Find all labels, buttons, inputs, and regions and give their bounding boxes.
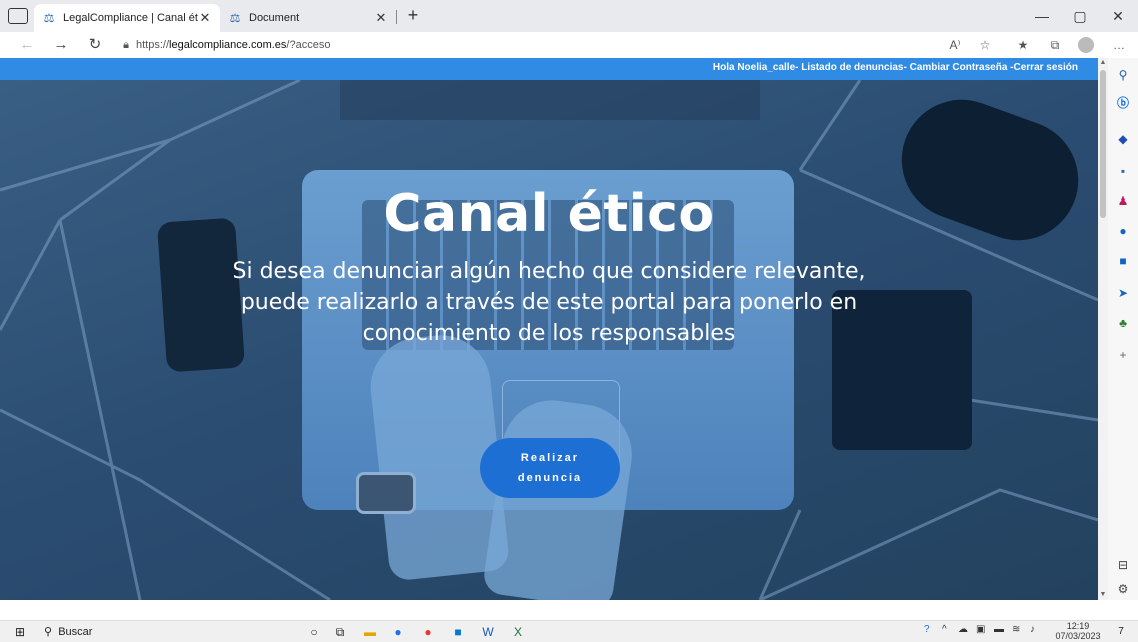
scales-icon: ⚖	[43, 11, 55, 25]
taskbar-clock[interactable]: 12:19 07/03/2023	[1052, 621, 1104, 641]
wifi-icon[interactable]: ≋	[1012, 624, 1020, 635]
onedrive-icon[interactable]: ☁	[958, 624, 968, 635]
windows-start-icon[interactable]: ⊞	[10, 623, 30, 641]
tray-app-icon[interactable]: ▣	[976, 624, 985, 635]
office-icon[interactable]: ●	[1114, 222, 1132, 240]
user-menu-bar: Hola Noelia_calle- Listado de denuncias-…	[0, 58, 1098, 80]
refresh-button[interactable]: ↻	[84, 35, 106, 55]
tab-legalcompliance[interactable]: ⚖ LegalCompliance | Canal ético pa ✕	[34, 4, 220, 32]
bing-chat-icon[interactable]: ⓑ	[1114, 94, 1132, 112]
taskbar-search[interactable]: ⚲ Buscar	[44, 622, 284, 642]
web-page: Hola Noelia_calle- Listado de denuncias-…	[0, 58, 1098, 600]
volume-icon[interactable]: ♪	[1030, 624, 1035, 635]
cta-label-line1: Realizar	[520, 452, 580, 464]
favorites-list-icon[interactable]: ★	[1012, 36, 1034, 54]
scroll-thumb[interactable]	[1100, 70, 1106, 218]
tools-icon[interactable]: ▪	[1114, 162, 1132, 180]
more-menu-icon[interactable]: …	[1108, 36, 1130, 54]
tab-separator	[396, 10, 397, 24]
search-placeholder: Buscar	[58, 626, 93, 638]
tab-strip: ⚖ LegalCompliance | Canal ético pa ✕ ⚖ D…	[0, 0, 1138, 32]
read-aloud-icon[interactable]: A⁾	[944, 36, 966, 54]
cta-label-line2: denuncia	[517, 472, 583, 484]
back-button[interactable]: ←	[16, 35, 38, 55]
restore-button[interactable]: ▢	[1062, 4, 1098, 28]
file-explorer-icon[interactable]: ▬	[360, 623, 380, 641]
collections-icon[interactable]: ⧉	[1044, 36, 1066, 54]
excel-icon[interactable]: X	[508, 623, 528, 641]
clock-time: 12:19	[1066, 621, 1090, 631]
chrome-icon[interactable]: ●	[418, 623, 438, 641]
help-icon[interactable]: ?	[924, 624, 930, 635]
windows-taskbar: ⊞ ⚲ Buscar ○ ⧉ ▬ ● ● ■ W X ? ^ ☁ ▣ ▬ ≋ ♪…	[0, 620, 1138, 642]
task-view-icon[interactable]: ⧉	[330, 623, 350, 641]
tree-icon[interactable]: ♣	[1114, 314, 1132, 332]
outlook-icon[interactable]: ■	[1114, 252, 1132, 270]
favorite-star-icon[interactable]: ☆	[974, 36, 996, 54]
address-bar[interactable]: 🔒︎ https://legalcompliance.com.es/?acceso	[116, 34, 996, 56]
search-icon[interactable]: ⚲	[1114, 66, 1132, 84]
notifications-icon[interactable]: 7	[1110, 623, 1132, 641]
battery-icon[interactable]: ▬	[994, 624, 1004, 635]
tab-title: Document	[249, 12, 300, 24]
hero-section: Canal ético Si desea denunciar algún hec…	[0, 80, 1098, 600]
profile-avatar[interactable]	[1078, 37, 1094, 53]
forward-button[interactable]: →	[50, 35, 72, 55]
sidebar-layout-icon[interactable]: ⊟	[1114, 556, 1132, 574]
url-path: /?acceso	[286, 39, 331, 51]
tab-actions-icon[interactable]	[8, 8, 28, 24]
chevron-up-icon[interactable]: ^	[942, 624, 947, 635]
watch-image	[356, 472, 416, 514]
cortana-icon[interactable]: ○	[304, 623, 324, 641]
new-tab-button[interactable]: +	[402, 4, 424, 28]
scales-icon: ⚖	[229, 11, 241, 25]
search-icon: ⚲	[44, 626, 53, 638]
add-sidebar-icon[interactable]: +	[1114, 346, 1132, 364]
clock-date: 07/03/2023	[1055, 631, 1101, 641]
send-icon[interactable]: ➤	[1114, 284, 1132, 302]
games-icon[interactable]: ♟	[1114, 192, 1132, 210]
browser-window: ⚖ LegalCompliance | Canal ético pa ✕ ⚖ D…	[0, 0, 1138, 642]
settings-gear-icon[interactable]: ⚙	[1114, 580, 1132, 598]
edge-sidebar: ⚲ ⓑ ◆ ▪ ♟ ● ■ ➤ ♣ + ⊟ ⚙	[1108, 58, 1138, 600]
hero-subtitle: Si desea denunciar algún hecho que consi…	[232, 259, 866, 346]
page-scrollbar[interactable]: ▲ ▼	[1098, 58, 1108, 600]
url-host: legalcompliance.com.es	[169, 39, 287, 51]
navigation-bar: ← → ↻ 🔒︎ https://legalcompliance.com.es/?…	[0, 32, 1138, 58]
word-icon[interactable]: W	[478, 623, 498, 641]
tag-icon[interactable]: ◆	[1114, 130, 1132, 148]
top-keyboard-image	[340, 80, 760, 120]
close-tab-icon[interactable]: ✕	[374, 10, 388, 26]
realizar-denuncia-button[interactable]: Realizar denuncia	[480, 438, 620, 498]
notifications-count: 7	[1118, 626, 1124, 637]
url-prefix: https://	[136, 39, 170, 51]
lock-icon: 🔒︎	[123, 39, 129, 51]
close-tab-icon[interactable]: ✕	[198, 10, 212, 26]
scroll-up-icon[interactable]: ▲	[1098, 58, 1108, 68]
outlook-taskbar-icon[interactable]: ■	[448, 623, 468, 641]
hero-title: Canal ético	[383, 184, 715, 244]
tab-document[interactable]: ⚖ Document ✕	[220, 4, 396, 32]
close-window-button[interactable]: ✕	[1100, 4, 1136, 28]
tab-title: LegalCompliance | Canal ético pa	[63, 12, 198, 24]
user-menu-links[interactable]: Hola Noelia_calle- Listado de denuncias-…	[713, 62, 1078, 73]
scroll-down-icon[interactable]: ▼	[1098, 590, 1108, 600]
edge-icon[interactable]: ●	[388, 623, 408, 641]
minimize-button[interactable]: —	[1024, 4, 1060, 28]
